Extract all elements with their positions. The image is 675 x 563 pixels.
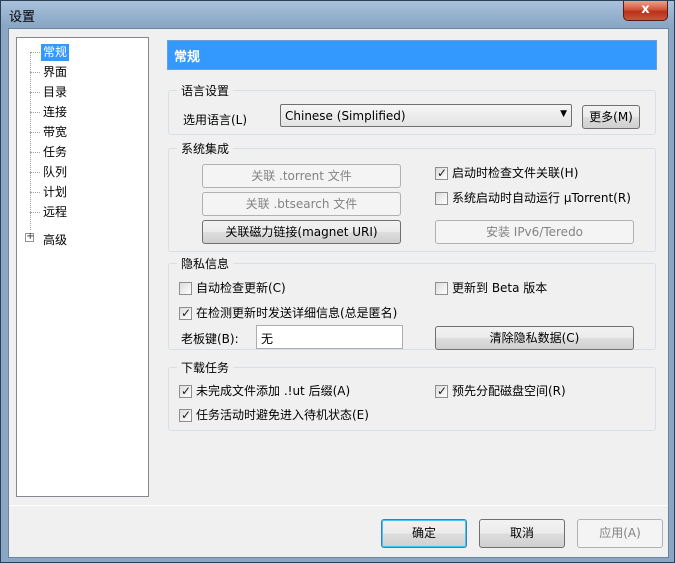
tree-item-connection[interactable]: 连接 bbox=[41, 104, 69, 121]
group-legend: 下载任务 bbox=[177, 359, 234, 376]
tree-item-general[interactable]: 常规 bbox=[41, 44, 70, 61]
language-select[interactable]: Chinese (Simplified) ▼ bbox=[280, 104, 572, 127]
group-legend: 语言设置 bbox=[177, 82, 234, 99]
apply-button[interactable]: 应用(A) bbox=[577, 519, 663, 548]
more-languages-button[interactable]: 更多(M) bbox=[582, 105, 640, 129]
category-tree: 常规 界面 目录 连接 带宽 任务 队列 计划 远程 + 高级 bbox=[16, 37, 149, 497]
boss-key-field[interactable]: 无 bbox=[256, 325, 403, 349]
tree-item-scheduler[interactable]: 计划 bbox=[41, 184, 69, 201]
language-group: 语言设置 选用语言(L) Chinese (Simplified) ▼ 更多(M… bbox=[168, 82, 656, 135]
tree-item-tasks[interactable]: 任务 bbox=[41, 144, 69, 161]
check-icon: ✓ bbox=[437, 384, 448, 398]
panel-header: 常规 bbox=[167, 40, 657, 70]
close-icon: x bbox=[641, 2, 650, 17]
title-bar[interactable]: 设置 x bbox=[1, 1, 674, 27]
group-legend: 系统集成 bbox=[177, 140, 234, 157]
tree-line bbox=[30, 72, 40, 73]
tree-item-bandwidth[interactable]: 带宽 bbox=[41, 124, 69, 141]
footer-divider bbox=[9, 505, 668, 506]
tree-item-queue[interactable]: 队列 bbox=[41, 164, 69, 181]
general-panel: 常规 语言设置 选用语言(L) Chinese (Simplified) ▼ 更… bbox=[166, 29, 662, 549]
tree-line bbox=[30, 92, 40, 93]
tree-item-remote[interactable]: 远程 bbox=[41, 204, 69, 221]
associate-btsearch-button[interactable]: 关联 .btsearch 文件 bbox=[202, 192, 401, 216]
language-value: Chinese (Simplified) bbox=[285, 109, 406, 123]
ok-button[interactable]: 确定 bbox=[381, 519, 467, 548]
language-label: 选用语言(L) bbox=[183, 113, 248, 127]
tree-line bbox=[30, 52, 40, 53]
group-legend: 隐私信息 bbox=[177, 255, 234, 272]
associate-magnet-button[interactable]: 关联磁力链接(magnet URI) bbox=[202, 220, 401, 244]
window-title: 设置 bbox=[9, 10, 36, 25]
check-icon: ✓ bbox=[181, 306, 192, 320]
cancel-button[interactable]: 取消 bbox=[479, 519, 565, 548]
privacy-group: 隐私信息 自动检查更新(C) 更新到 Beta 版本 ✓ 在检测更新时发送详细信… bbox=[168, 255, 656, 350]
expand-icon[interactable]: + bbox=[25, 231, 34, 242]
check-icon: ✓ bbox=[181, 408, 192, 422]
clear-private-data-button[interactable]: 清除隐私数据(C) bbox=[435, 326, 634, 350]
integration-group: 系统集成 关联 .torrent 文件 关联 .btsearch 文件 关联磁力… bbox=[168, 140, 656, 252]
tree-line bbox=[30, 152, 40, 153]
install-ipv6-button[interactable]: 安装 IPv6/Teredo bbox=[435, 220, 634, 244]
associate-torrent-button[interactable]: 关联 .torrent 文件 bbox=[202, 164, 401, 188]
downloads-group: 下载任务 ✓ 未完成文件添加 .!ut 后缀(A) ✓ 预先分配磁盘空间(R) … bbox=[168, 359, 656, 431]
tree-line bbox=[30, 172, 40, 173]
tree-item-advanced[interactable]: 高级 bbox=[41, 232, 69, 249]
boss-key-label: 老板键(B): bbox=[181, 332, 239, 346]
tree-line bbox=[30, 52, 31, 230]
tree-item-ui[interactable]: 界面 bbox=[41, 64, 69, 81]
panel-title: 常规 bbox=[174, 50, 201, 65]
close-button[interactable]: x bbox=[623, 1, 668, 21]
tree-item-directories[interactable]: 目录 bbox=[41, 84, 69, 101]
dialog-client: 常规 界面 目录 连接 带宽 任务 队列 计划 远程 + 高级 常规 语言设置 … bbox=[8, 28, 669, 558]
check-icon: ✓ bbox=[437, 166, 448, 180]
tree-line bbox=[30, 192, 40, 193]
tree-line bbox=[30, 112, 40, 113]
settings-window: 设置 x 常规 界面 目录 连接 带宽 任务 队列 计划 远程 + 高级 常规 … bbox=[0, 0, 675, 563]
check-icon: ✓ bbox=[181, 384, 192, 398]
tree-line bbox=[30, 212, 40, 213]
tree-line bbox=[30, 132, 40, 133]
dropdown-arrow-icon: ▼ bbox=[560, 109, 567, 119]
